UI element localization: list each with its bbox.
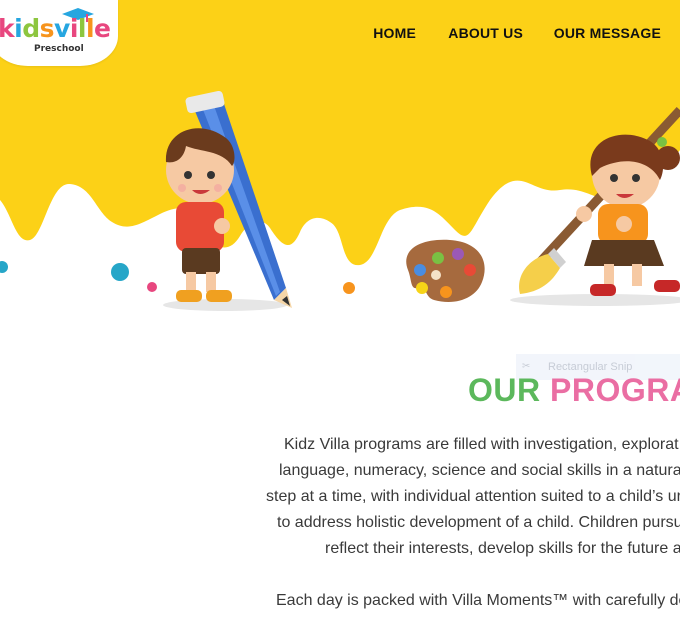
body-text-line: Each day is packed with Villa Moments™ w… [276,592,680,609]
paint-palette [406,239,485,302]
body-text-line: Kidz Villa programs are filled with inve… [284,436,679,453]
section-title: OUR PROGRA [468,372,680,409]
hero-banner: kidsville Preschool HOME ABOUT US OUR ME… [0,0,680,330]
section-title-part2: PROGRA [550,372,680,408]
logo-letter: d [22,14,40,43]
nav-home[interactable]: HOME [373,25,416,41]
logo-letter: v [54,14,70,43]
logo-letter: l [85,14,95,43]
logo-letter: i [69,14,79,43]
section-title-part1: OUR [468,372,541,408]
logo-letter: k [0,14,15,43]
site-logo[interactable]: kidsville Preschool [0,0,118,66]
nav-about-us[interactable]: ABOUT US [448,25,523,41]
logo-subtitle: Preschool [34,44,84,54]
body-text-line: reflect their interests, develop skills … [325,540,680,557]
body-text-line: step at a time, with individual attentio… [266,488,680,505]
logo-letter: s [39,14,55,43]
body-text-line: language, numeracy, science and social s… [279,462,680,479]
logo-letter: e [94,14,111,43]
snip-icon: ✂ [522,361,531,372]
logo-letter: i [14,14,23,43]
logo-wordmark: kidsville [0,14,111,43]
body-text-line: to address holistic development of a chi… [277,514,680,531]
logo-letter: l [77,14,87,43]
nav-our-message[interactable]: OUR MESSAGE [554,25,661,41]
